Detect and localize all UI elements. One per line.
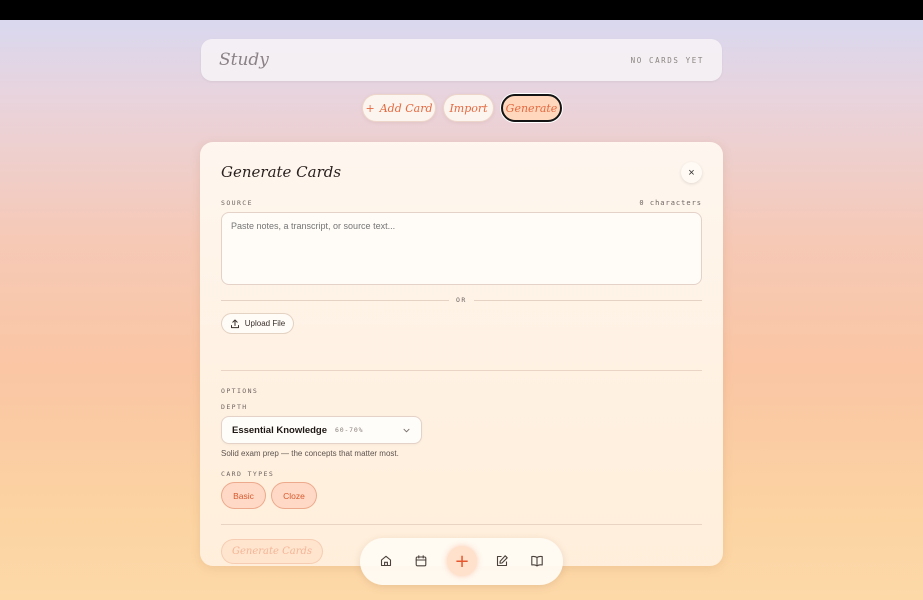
nav-library[interactable] xyxy=(527,551,547,571)
plus-icon: + xyxy=(365,101,375,115)
card-types-label: CARD TYPES xyxy=(221,470,275,478)
depth-label: DEPTH xyxy=(221,403,248,411)
add-icon: + xyxy=(454,550,470,572)
page-title: Study xyxy=(219,50,269,70)
generate-cards-submit-label: Generate Cards xyxy=(231,546,313,557)
generate-cards-submit-button[interactable]: Generate Cards xyxy=(221,539,323,564)
calendar-icon xyxy=(415,555,427,567)
action-bar: + Add Card Import Generate xyxy=(0,94,923,124)
add-card-button[interactable]: + Add Card xyxy=(362,94,436,122)
source-textarea[interactable] xyxy=(221,212,702,285)
generate-cards-panel: Generate Cards × SOURCE 0 characters OR … xyxy=(200,142,723,566)
depth-value: Essential Knowledge xyxy=(232,424,328,436)
bottom-navigation: + xyxy=(360,538,563,585)
card-type-cloze-label: Cloze xyxy=(283,490,305,501)
panel-title: Generate Cards xyxy=(221,163,342,181)
import-label: Import xyxy=(449,101,488,115)
import-button[interactable]: Import xyxy=(443,94,494,122)
section-divider-bottom xyxy=(221,524,702,525)
chevron-down-icon xyxy=(403,428,410,433)
edit-icon xyxy=(496,555,508,567)
source-label: SOURCE xyxy=(221,199,253,207)
card-type-basic[interactable]: Basic xyxy=(221,482,266,509)
depth-range: 60-70% xyxy=(335,426,364,434)
upload-icon xyxy=(230,319,239,328)
nav-calendar[interactable] xyxy=(411,551,431,571)
nav-edit[interactable] xyxy=(492,551,512,571)
card-type-basic-label: Basic xyxy=(233,490,254,501)
app-background: Study NO CARDS YET + Add Card Import Gen… xyxy=(0,20,923,600)
header-bar: Study NO CARDS YET xyxy=(201,39,722,81)
card-type-cloze[interactable]: Cloze xyxy=(271,482,317,509)
home-icon xyxy=(380,555,392,567)
divider-left xyxy=(221,300,449,301)
character-count: 0 characters xyxy=(639,199,702,207)
upload-file-button[interactable]: Upload File xyxy=(221,313,294,334)
divider-right xyxy=(474,300,702,301)
close-button[interactable]: × xyxy=(681,162,702,183)
or-separator: OR xyxy=(456,296,467,304)
section-divider xyxy=(221,370,702,371)
depth-select[interactable]: Essential Knowledge 60-70% xyxy=(221,416,422,444)
close-icon: × xyxy=(688,166,695,179)
generate-label: Generate xyxy=(505,101,558,115)
nav-add-button[interactable]: + xyxy=(447,546,477,576)
card-count-status: NO CARDS YET xyxy=(630,55,704,65)
upload-label: Upload File xyxy=(244,319,286,328)
nav-home[interactable] xyxy=(376,551,396,571)
options-label: OPTIONS xyxy=(221,387,259,395)
generate-button[interactable]: Generate xyxy=(501,94,562,122)
add-card-label: Add Card xyxy=(379,101,433,115)
book-icon xyxy=(531,555,543,567)
depth-description: Solid exam prep — the concepts that matt… xyxy=(221,449,399,458)
